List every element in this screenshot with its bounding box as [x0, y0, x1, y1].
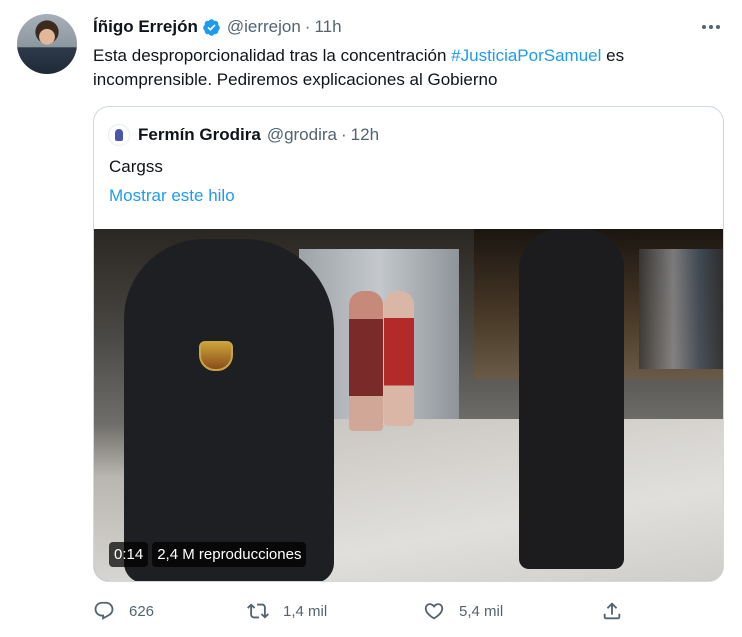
author-name[interactable]: Íñigo Errejón: [93, 17, 198, 37]
tweet-header: Íñigo Errejón @ierrejon · 11h: [93, 16, 342, 38]
share-button[interactable]: [601, 598, 637, 624]
quoted-tweet-header: Fermín Grodira @grodira · 12h: [108, 124, 379, 146]
video-frame-person: [349, 291, 383, 431]
more-options-icon[interactable]: [698, 14, 724, 40]
quoted-author-avatar: [108, 124, 130, 146]
video-frame-police-patch: [199, 341, 233, 371]
show-thread-link[interactable]: Mostrar este hilo: [109, 186, 235, 206]
heart-icon: [424, 603, 444, 620]
avatar-emblem-icon: [115, 129, 123, 141]
like-button[interactable]: 5,4 mil: [423, 598, 503, 624]
tweet[interactable]: Íñigo Errejón @ierrejon · 11h Esta despr…: [0, 0, 742, 637]
author-avatar[interactable]: [17, 14, 77, 74]
video-frame-sidewalk: [294, 419, 723, 581]
hashtag-link[interactable]: #JusticiaPorSamuel: [451, 46, 601, 65]
verified-badge-icon: [203, 18, 220, 36]
video-frame-officer: [519, 229, 624, 569]
more-dot: [702, 25, 706, 29]
retweet-button[interactable]: 1,4 mil: [247, 598, 327, 624]
tweet-text: Esta desproporcionalidad tras la concent…: [93, 44, 693, 92]
retweet-icon: [247, 603, 269, 619]
video-info-badge: 0:14 2,4 M reproducciones: [109, 542, 307, 567]
video-duration: 0:14: [109, 542, 149, 567]
header-separator: ·: [304, 17, 311, 36]
tweet-actions: 626 1,4 mil 5,4 mil: [93, 598, 653, 624]
author-handle[interactable]: @ierrejon: [227, 17, 301, 37]
quoted-tweet[interactable]: Fermín Grodira @grodira · 12h Cargss Mos…: [93, 106, 724, 582]
quoted-author-handle: @grodira: [266, 125, 337, 144]
quoted-tweet-timestamp: 12h: [350, 125, 380, 144]
video-frame-person: [384, 291, 414, 426]
quoted-author-name: Fermín Grodira: [138, 125, 261, 144]
video-player[interactable]: 0:14 2,4 M reproducciones: [94, 229, 723, 581]
tweet-text-part1: Esta desproporcionalidad tras la concent…: [93, 46, 452, 65]
like-count: 5,4 mil: [459, 602, 504, 620]
reply-button[interactable]: 626: [93, 598, 154, 624]
more-dot: [709, 25, 713, 29]
quoted-header-separator: ·: [341, 125, 347, 144]
quoted-tweet-text: Cargss: [109, 157, 163, 176]
retweet-count: 1,4 mil: [283, 602, 328, 620]
video-views: 2,4 M reproducciones: [152, 542, 307, 567]
tweet-timestamp[interactable]: 11h: [314, 17, 341, 37]
more-dot: [716, 25, 720, 29]
reply-count: 626: [129, 602, 155, 620]
share-icon: [603, 602, 621, 620]
reply-icon: [94, 601, 114, 620]
video-frame-crowd: [639, 249, 723, 369]
video-frame-officer: [124, 239, 334, 581]
